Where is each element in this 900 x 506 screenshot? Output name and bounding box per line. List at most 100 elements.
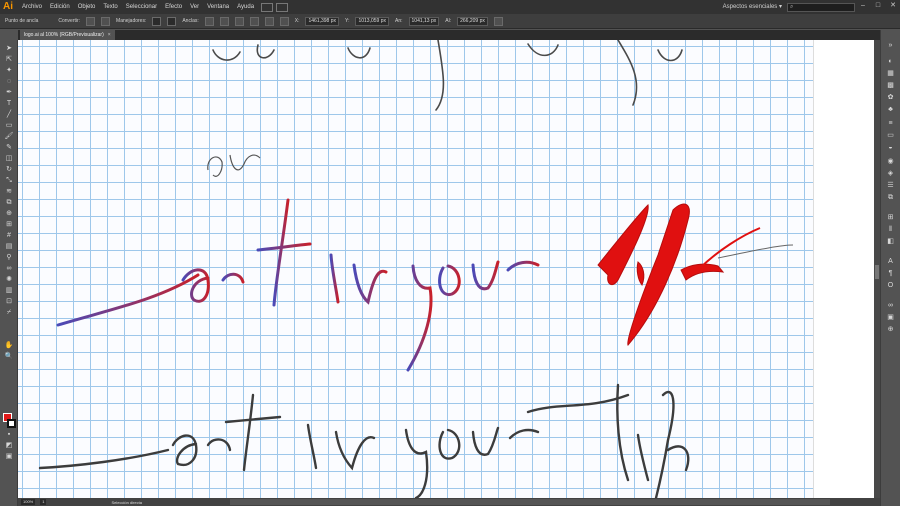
- pencil-icon[interactable]: ✎: [4, 143, 14, 152]
- convert-label: Convertir:: [58, 18, 81, 24]
- minimize-icon[interactable]: –: [859, 1, 867, 11]
- pathfinder-icon[interactable]: ◧: [886, 238, 895, 246]
- color-mode-icon[interactable]: ▪: [4, 430, 14, 439]
- character-icon[interactable]: A: [886, 258, 895, 266]
- warp-icon[interactable]: ≋: [4, 187, 14, 196]
- scale-icon[interactable]: ⤡: [4, 176, 14, 185]
- menu-edicion[interactable]: Edición: [46, 4, 74, 10]
- height-field[interactable]: 266,209 px: [457, 16, 488, 26]
- vertical-scroll-thumb[interactable]: [875, 265, 879, 279]
- remove-anchor-button[interactable]: [204, 16, 214, 26]
- menu-efecto[interactable]: Efecto: [161, 4, 186, 10]
- stroke-swatch[interactable]: [7, 419, 16, 428]
- swatches-icon[interactable]: ▩: [886, 82, 895, 90]
- handles-label: Manejadores:: [116, 18, 147, 24]
- stroke-panel-icon[interactable]: ≡: [886, 120, 895, 128]
- horizontal-scrollbar[interactable]: [230, 499, 830, 505]
- gradient-icon[interactable]: ▤: [4, 242, 14, 251]
- line-icon[interactable]: ╱: [4, 110, 14, 119]
- draw-mode-icon[interactable]: ◩: [4, 441, 14, 450]
- pen-icon[interactable]: ✒: [4, 88, 14, 97]
- search-icon: ⌕: [790, 4, 794, 10]
- hide-handles-button[interactable]: [167, 16, 177, 26]
- app-logo: Ai: [3, 1, 13, 12]
- color-guide-icon[interactable]: ▦: [886, 70, 895, 78]
- status-tool-text: Selección directa: [111, 499, 142, 505]
- artboard-number-field[interactable]: 1: [40, 499, 47, 505]
- layers-icon[interactable]: ☰: [886, 182, 895, 190]
- y-field[interactable]: 1013,059 px: [355, 16, 389, 26]
- align-button[interactable]: [264, 16, 274, 26]
- maximize-icon[interactable]: □: [874, 1, 882, 11]
- bridge-icon[interactable]: [261, 2, 274, 12]
- close-icon[interactable]: ✕: [889, 1, 897, 11]
- close-tab-icon[interactable]: ×: [108, 32, 111, 38]
- appearance-icon[interactable]: ◉: [886, 158, 895, 166]
- graphic-styles-icon[interactable]: ◈: [886, 170, 895, 178]
- convert-corner-button[interactable]: [86, 16, 96, 26]
- rotate-icon[interactable]: ↻: [4, 165, 14, 174]
- links-icon[interactable]: ∞: [886, 302, 895, 310]
- selection-icon[interactable]: ➤: [4, 44, 14, 53]
- x-field[interactable]: 1461,398 px: [305, 16, 340, 26]
- menu-ayuda[interactable]: Ayuda: [233, 4, 258, 10]
- connect-anchor-button[interactable]: [219, 16, 229, 26]
- menu-bar: Ai Archivo Edición Objeto Texto Seleccio…: [0, 0, 900, 14]
- hand-icon[interactable]: ✋: [4, 341, 14, 350]
- transform-panel-icon[interactable]: ⊞: [886, 214, 895, 222]
- menu-ver[interactable]: Ver: [186, 4, 203, 10]
- lasso-icon[interactable]: ◌: [4, 77, 14, 86]
- x-label: X:: [294, 18, 300, 24]
- direct-selection-icon[interactable]: ⇱: [4, 55, 14, 64]
- perspective-icon[interactable]: ⊞: [4, 220, 14, 229]
- gradient-panel-icon[interactable]: ▭: [886, 132, 895, 140]
- width-field[interactable]: 1041,13 px: [408, 16, 440, 26]
- show-handles-button[interactable]: [152, 16, 162, 26]
- symbols-icon[interactable]: ♣: [886, 106, 895, 114]
- menu-objeto[interactable]: Objeto: [74, 4, 100, 10]
- arrange-documents-icon[interactable]: [276, 2, 289, 12]
- eraser-icon[interactable]: ◫: [4, 154, 14, 163]
- slice-icon[interactable]: ⌿: [4, 308, 14, 317]
- zoom-field[interactable]: 100%: [21, 499, 36, 505]
- opentype-icon[interactable]: O: [886, 282, 895, 290]
- vector-life-highlight: [597, 203, 725, 346]
- brushes-icon[interactable]: ✿: [886, 94, 895, 102]
- workspace-switcher[interactable]: Aspectos esenciales ▾: [723, 3, 782, 10]
- screen-mode-icon[interactable]: ▣: [4, 452, 14, 461]
- menu-texto[interactable]: Texto: [99, 4, 121, 10]
- image-trace-icon[interactable]: ▣: [886, 314, 895, 322]
- menu-archivo[interactable]: Archivo: [18, 4, 46, 10]
- paragraph-icon[interactable]: ¶: [886, 270, 895, 278]
- zoom-icon[interactable]: 🔍: [4, 352, 14, 361]
- color-panel-icon[interactable]: ◐: [886, 58, 895, 66]
- menu-ventana[interactable]: Ventana: [203, 4, 233, 10]
- isolate-button[interactable]: [249, 16, 259, 26]
- menu-seleccionar[interactable]: Seleccionar: [122, 4, 161, 10]
- rectangle-icon[interactable]: ▭: [4, 121, 14, 130]
- free-transform-icon[interactable]: ⧉: [4, 198, 14, 207]
- control-bar: Punto de ancla Convertir: Manejadores: A…: [0, 14, 900, 29]
- blend-icon[interactable]: ∞: [4, 264, 14, 273]
- convert-smooth-button[interactable]: [101, 16, 111, 26]
- type-icon[interactable]: T: [4, 99, 14, 108]
- graph-icon[interactable]: ▥: [4, 286, 14, 295]
- eyedropper-icon[interactable]: ⚲: [4, 253, 14, 262]
- shape-builder-icon[interactable]: ⊕: [4, 209, 14, 218]
- navigator-icon[interactable]: ⊕: [886, 326, 895, 334]
- expand-panels-icon[interactable]: »: [886, 42, 895, 50]
- artboard-icon[interactable]: ⊡: [4, 297, 14, 306]
- search-input[interactable]: ⌕: [787, 3, 855, 12]
- artboard-canvas[interactable]: [18, 40, 880, 498]
- document-tab[interactable]: logo.ai al 100% (RGB/Previsualizar) ×: [20, 30, 115, 40]
- panel-menu-button[interactable]: [493, 16, 503, 26]
- paintbrush-icon[interactable]: 🖌: [4, 132, 14, 141]
- align-panel-icon[interactable]: ⫴: [886, 226, 895, 234]
- magic-wand-icon[interactable]: ✦: [4, 66, 14, 75]
- transform-button[interactable]: [279, 16, 289, 26]
- artboards-panel-icon[interactable]: ⧉: [886, 194, 895, 202]
- transparency-icon[interactable]: ◒: [886, 144, 895, 152]
- symbol-sprayer-icon[interactable]: ✺: [4, 275, 14, 284]
- mesh-icon[interactable]: #: [4, 231, 14, 240]
- cut-path-button[interactable]: [234, 16, 244, 26]
